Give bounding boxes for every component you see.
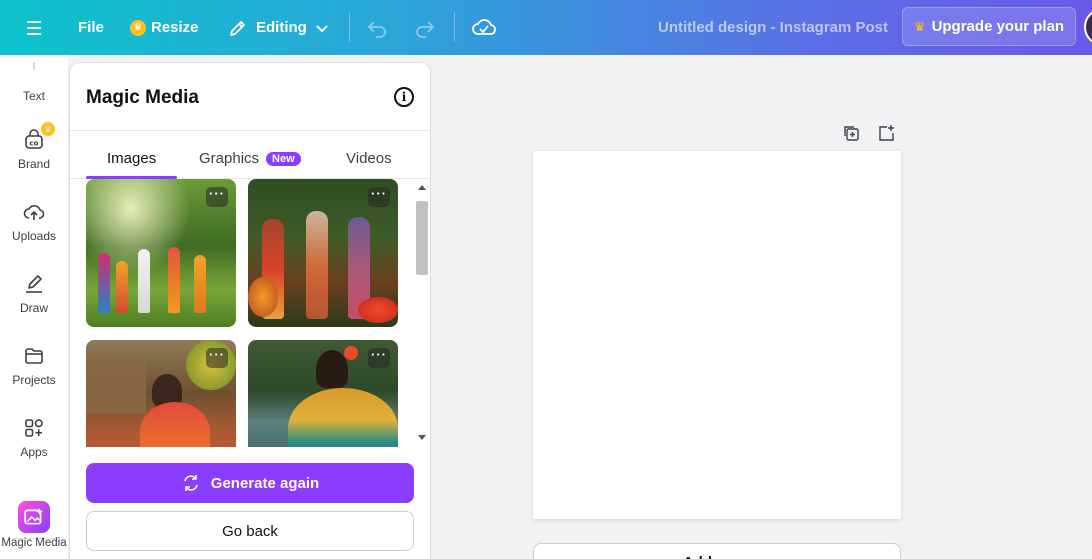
rail-item-projects[interactable]: Projects (0, 345, 68, 387)
resize-button[interactable]: ♛ Resize (130, 0, 199, 55)
generated-image[interactable]: ··· (248, 340, 398, 447)
upgrade-label: Upgrade your plan (931, 18, 1065, 35)
scrollbar-thumb[interactable] (416, 201, 428, 275)
rail-item-text[interactable]: Text (0, 61, 68, 103)
tab-graphics[interactable]: Graphics New (199, 150, 301, 167)
document-title[interactable]: Untitled design - Instagram Post (658, 0, 888, 55)
redo-button[interactable] (414, 0, 436, 55)
rail-label: Apps (20, 445, 48, 459)
menu-icon[interactable] (22, 0, 46, 55)
rail-item-draw[interactable]: Draw (0, 273, 68, 315)
add-page-icon (879, 125, 894, 141)
redo-icon (416, 20, 435, 38)
duplicate-page-button[interactable] (842, 124, 860, 147)
pen-icon (26, 275, 42, 293)
rail-label: Brand (17, 157, 51, 171)
generated-image[interactable]: ··· (86, 340, 236, 447)
crown-icon: ♛ (41, 122, 55, 136)
undo-icon (367, 20, 386, 38)
image-results-grid: ··· ··· ··· ··· (86, 179, 412, 447)
panel-title: Magic Media (86, 87, 199, 108)
more-options-button[interactable]: ··· (206, 187, 228, 207)
rail-label: Magic Media (1, 537, 67, 549)
crown-icon: ♛ (130, 19, 146, 36)
apps-grid-icon (25, 419, 43, 437)
new-badge: New (266, 151, 301, 166)
left-rail: Text co Brand ♛ Uploads Draw Projects Ap… (0, 55, 68, 559)
save-status-button[interactable] (472, 0, 496, 55)
svg-text:co: co (30, 140, 39, 148)
generated-image[interactable]: ··· (86, 179, 236, 327)
rail-item-uploads[interactable]: Uploads (0, 201, 68, 243)
rail-item-brand[interactable]: co Brand (0, 129, 68, 171)
scroll-up-arrow-icon[interactable] (418, 185, 426, 190)
tab-graphics-label: Graphics (199, 150, 260, 167)
rail-item-magic-media[interactable]: Magic Media (0, 501, 68, 549)
tab-images[interactable]: Images (107, 150, 156, 167)
upgrade-plan-button[interactable]: ♛ Upgrade your plan (902, 7, 1076, 46)
top-bar: File ♛ Resize Editing Untitled design - … (0, 0, 1092, 55)
design-canvas[interactable] (533, 151, 901, 519)
more-options-button[interactable]: ··· (206, 348, 228, 368)
resize-label: Resize (151, 19, 199, 36)
add-page-icon-button[interactable] (877, 124, 895, 147)
add-page-button[interactable]: Add page (533, 543, 901, 559)
panel-divider (70, 130, 430, 131)
pencil-icon (230, 20, 245, 36)
duplicate-page-icon (844, 126, 859, 141)
magic-media-icon (18, 501, 50, 533)
rail-label: Projects (12, 373, 56, 387)
toolbar-divider (349, 12, 350, 42)
crown-icon: ♛ (913, 18, 926, 34)
chevron-down-icon (316, 24, 328, 32)
avatar[interactable] (1084, 8, 1092, 46)
cloud-upload-icon (23, 205, 45, 220)
rail-item-apps[interactable]: Apps (0, 417, 68, 459)
editing-label: Editing (256, 19, 307, 36)
rail-label: Uploads (11, 229, 57, 243)
cloud-check-icon (472, 18, 496, 35)
rail-label: Draw (19, 301, 48, 315)
generated-image[interactable]: ··· (248, 179, 398, 327)
more-options-button[interactable]: ··· (368, 187, 390, 207)
panel-scrollbar[interactable] (415, 181, 429, 447)
go-back-button[interactable]: Go back (86, 511, 414, 551)
file-menu-button[interactable]: File (78, 0, 104, 55)
scroll-down-arrow-icon[interactable] (418, 435, 426, 440)
generate-again-button[interactable]: Generate again (86, 463, 414, 503)
info-icon[interactable]: i (394, 87, 414, 107)
more-options-button[interactable]: ··· (368, 348, 390, 368)
rail-label: Text (22, 89, 45, 103)
refresh-icon (184, 475, 198, 491)
undo-button[interactable] (366, 0, 388, 55)
generate-again-label: Generate again (210, 474, 320, 492)
toolbar-divider (454, 12, 455, 42)
folder-icon (25, 348, 43, 364)
tab-videos[interactable]: Videos (346, 150, 392, 167)
magic-media-panel: Magic Media i Images Graphics New Videos… (70, 63, 430, 559)
editing-mode-dropdown[interactable]: Editing (228, 0, 329, 55)
text-icon (33, 62, 35, 70)
